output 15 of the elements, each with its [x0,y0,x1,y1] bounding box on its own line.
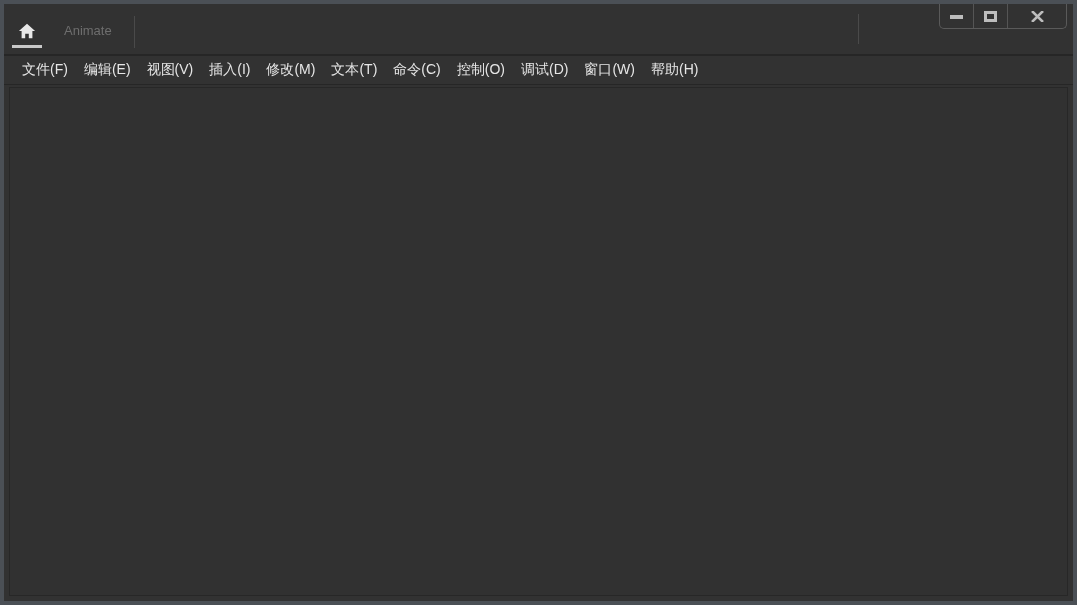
menu-item[interactable]: 命令(C) [385,61,449,79]
home-icon [18,21,36,40]
menu-item[interactable]: 帮助(H) [643,61,707,79]
minimize-icon [949,13,964,19]
menu-item[interactable]: 文件(F) [14,61,76,79]
menu-item[interactable]: 文本(T) [323,61,386,79]
menu-item[interactable]: 视图(V) [138,61,202,79]
menu-item[interactable]: 插入(I) [201,61,259,79]
maximize-icon [983,10,998,22]
menu-item[interactable]: 修改(M) [258,61,324,79]
menu-item[interactable]: 编辑(E) [75,61,139,79]
close-icon [1030,10,1044,22]
menu-item[interactable]: 调试(D) [513,61,577,79]
menu-item[interactable]: 控制(O) [448,61,513,79]
menu-item[interactable]: 窗口(W) [576,61,643,79]
